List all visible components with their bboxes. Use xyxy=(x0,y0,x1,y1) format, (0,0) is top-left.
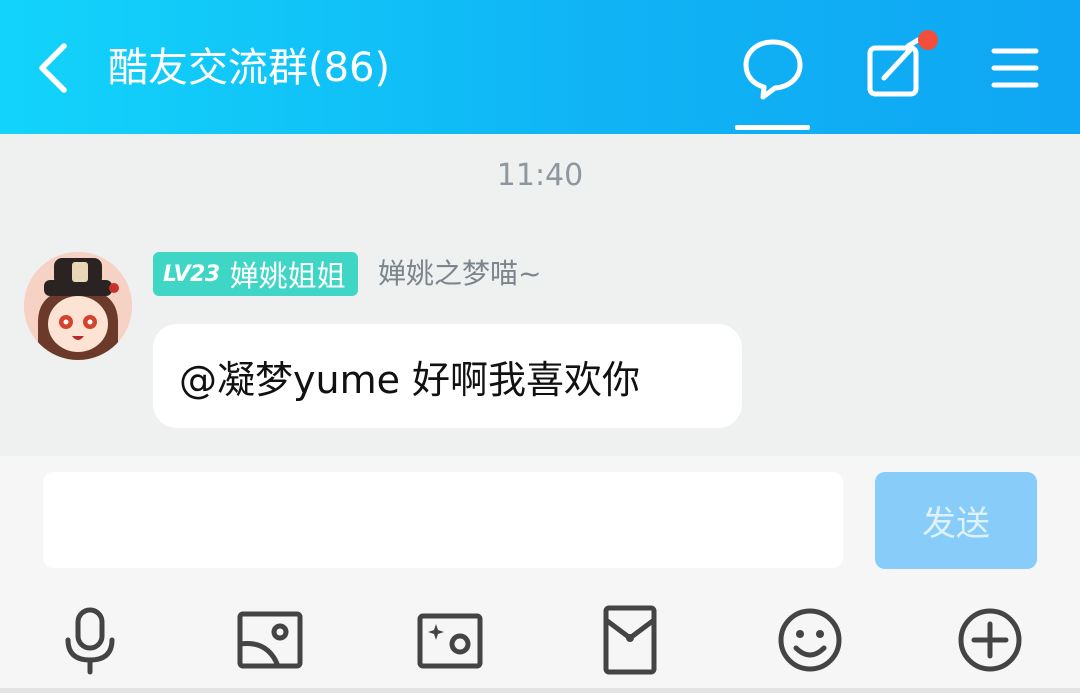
message-input[interactable] xyxy=(43,472,843,568)
image-icon[interactable] xyxy=(234,604,306,676)
microphone-icon[interactable] xyxy=(54,604,126,676)
member-title: 婵姚姐姐 xyxy=(229,259,346,293)
message-text: @凝梦yume 好啊我喜欢你 xyxy=(179,357,641,402)
sender-name[interactable]: 婵姚之梦喵~ xyxy=(378,254,541,294)
level-text: LV23 xyxy=(163,261,220,287)
avatar[interactable] xyxy=(24,252,132,360)
active-tab-indicator xyxy=(735,125,810,130)
app-header: 酷友交流群(86) xyxy=(0,0,1080,134)
notification-dot xyxy=(918,30,938,50)
message-bubble[interactable]: @凝梦yume 好啊我喜欢你 xyxy=(153,324,742,428)
menu-icon[interactable] xyxy=(990,44,1040,92)
message-timestamp: 11:40 xyxy=(496,158,584,193)
message-list[interactable]: 11:40 LV23 婵姚姐姐 婵姚之梦喵~ @凝梦yume 好啊我喜欢你 xyxy=(0,134,1080,456)
emoji-icon[interactable] xyxy=(774,604,846,676)
red-packet-icon[interactable] xyxy=(594,604,666,676)
photo-effects-icon[interactable] xyxy=(414,604,486,676)
composer-area: 发送 xyxy=(0,456,1080,693)
send-button[interactable]: 发送 xyxy=(875,472,1037,569)
edit-icon[interactable] xyxy=(862,30,946,102)
chat-title: 酷友交流群(86) xyxy=(108,45,391,91)
plus-circle-icon[interactable] xyxy=(954,604,1026,676)
level-badge: LV23 婵姚姐姐 xyxy=(153,252,358,296)
chat-bubble-icon[interactable] xyxy=(740,36,806,102)
bottom-divider xyxy=(0,688,1080,693)
back-icon[interactable] xyxy=(34,40,74,96)
